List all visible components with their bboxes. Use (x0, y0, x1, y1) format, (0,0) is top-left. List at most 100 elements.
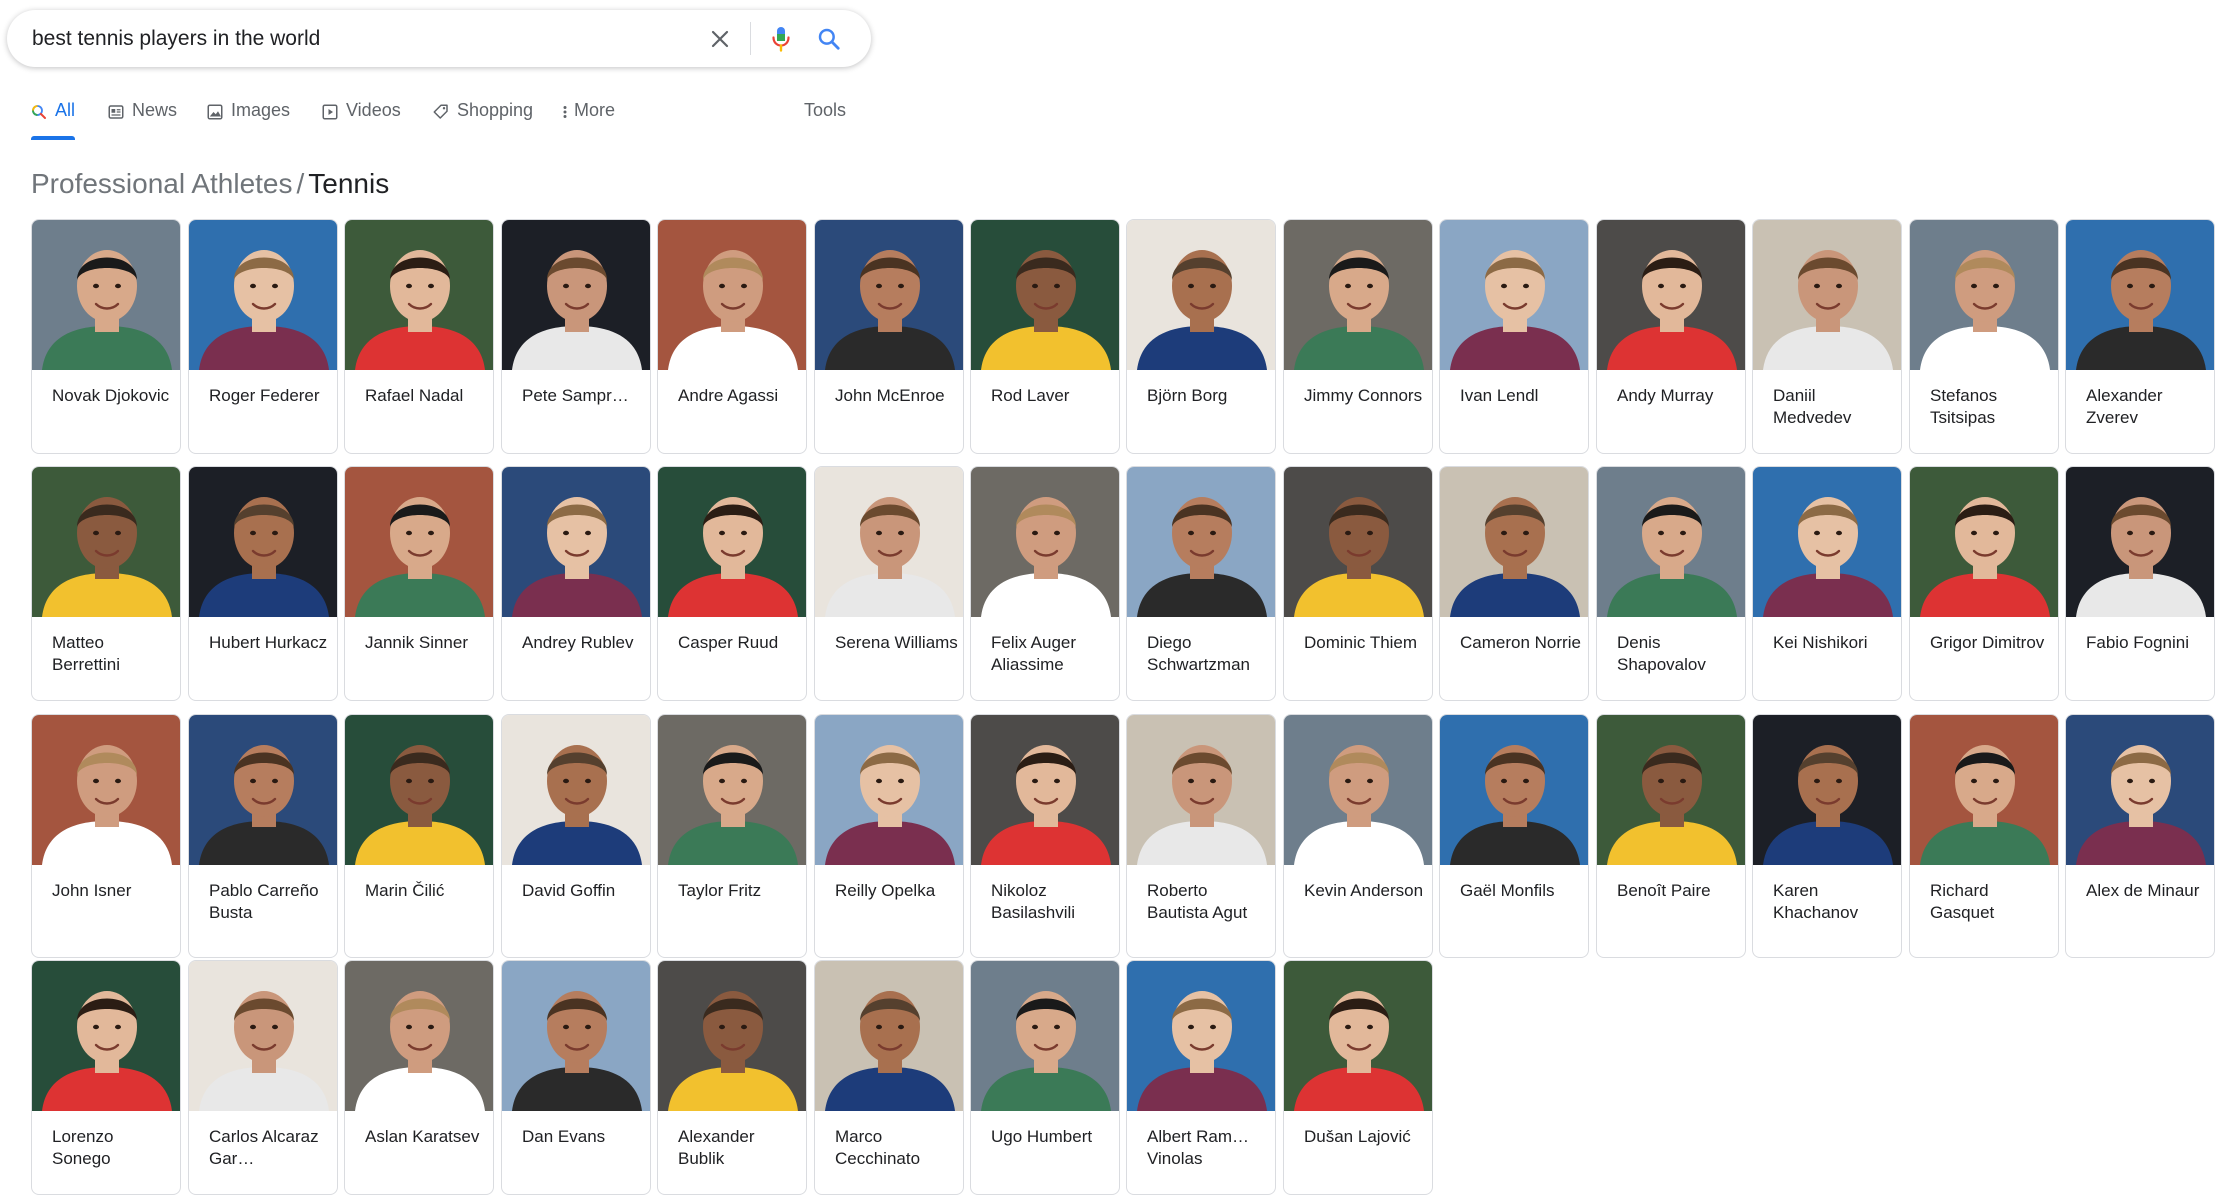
player-name: Pablo Carreño Busta (209, 881, 319, 922)
player-card[interactable]: Fabio Fognini (2065, 466, 2215, 701)
player-card[interactable]: Casper Ruud (657, 466, 807, 701)
player-card[interactable]: Andre Agassi (657, 219, 807, 454)
tab-more[interactable]: More (560, 100, 615, 144)
player-photo (815, 467, 963, 617)
player-photo (971, 220, 1119, 370)
player-card[interactable]: Alex de Minaur (2065, 714, 2215, 958)
player-name: Dominic Thiem (1304, 633, 1418, 652)
player-name: Andy Murray (1617, 386, 1714, 405)
voice-search-button[interactable] (757, 15, 805, 63)
player-photo (189, 715, 337, 865)
tab-shopping[interactable]: Shopping (432, 100, 533, 144)
player-name: Lorenzo Sonego (52, 1127, 114, 1168)
tag-icon (432, 103, 450, 121)
player-card[interactable]: Novak Djokovic (31, 219, 181, 454)
search-input[interactable] (7, 10, 696, 67)
player-name: Roberto Bautista Agut (1147, 881, 1248, 922)
search-button[interactable] (805, 15, 853, 63)
player-photo (345, 961, 493, 1111)
player-card[interactable]: John McEnroe (814, 219, 964, 454)
player-card[interactable]: Diego Schwartzman (1126, 466, 1276, 701)
player-name: Matteo Berrettini (52, 633, 121, 674)
player-card[interactable]: Reilly Opelka (814, 714, 964, 958)
player-card[interactable]: Ivan Lendl (1439, 219, 1589, 454)
player-card[interactable]: Alexander Bublik (657, 960, 807, 1195)
player-photo (1597, 467, 1745, 617)
search-box-divider (750, 22, 751, 55)
player-card[interactable]: Roberto Bautista Agut (1126, 714, 1276, 958)
active-tab-indicator (31, 136, 75, 140)
player-name: David Goffin (522, 881, 616, 900)
player-card[interactable]: Alexander Zverev (2065, 219, 2215, 454)
clear-button[interactable] (696, 15, 744, 63)
player-card[interactable]: Carlos Alcaraz Gar… (188, 960, 338, 1195)
more-vert-icon (560, 103, 570, 121)
player-card[interactable]: Hubert Hurkacz (188, 466, 338, 701)
player-name: Rafael Nadal (365, 386, 464, 405)
player-card[interactable]: Dušan Lajović (1283, 960, 1433, 1195)
player-card[interactable]: Richard Gasquet (1909, 714, 2059, 958)
player-card[interactable]: John Isner (31, 714, 181, 958)
player-card[interactable]: Rafael Nadal (344, 219, 494, 454)
breadcrumb-parent[interactable]: Professional Athletes (31, 168, 293, 199)
player-card[interactable]: Pete Sampr… (501, 219, 651, 454)
player-card[interactable]: Marin Čilić (344, 714, 494, 958)
player-photo (1597, 715, 1745, 865)
player-card[interactable]: Andy Murray (1596, 219, 1746, 454)
player-card[interactable]: Taylor Fritz (657, 714, 807, 958)
player-card[interactable]: Stefanos Tsitsipas (1909, 219, 2059, 454)
player-name: Roger Federer (209, 386, 320, 405)
player-card[interactable]: Pablo Carreño Busta (188, 714, 338, 958)
player-card[interactable]: David Goffin (501, 714, 651, 958)
player-card[interactable]: Aslan Karatsev (344, 960, 494, 1195)
player-card[interactable]: Grigor Dimitrov (1909, 466, 2059, 701)
player-photo (502, 715, 650, 865)
player-name: Taylor Fritz (678, 881, 762, 900)
player-card[interactable]: Jimmy Connors (1283, 219, 1433, 454)
player-photo (345, 467, 493, 617)
tab-images[interactable]: Images (206, 100, 290, 144)
player-photo (502, 220, 650, 370)
player-photo (502, 467, 650, 617)
player-name: Rod Laver (991, 386, 1070, 405)
player-card[interactable]: Andrey Rublev (501, 466, 651, 701)
player-name: Alex de Minaur (2086, 881, 2200, 900)
player-card[interactable]: Serena Williams (814, 466, 964, 701)
player-photo (345, 715, 493, 865)
player-card[interactable]: Daniil Medvedev (1752, 219, 1902, 454)
player-card[interactable]: Felix Auger Aliassime (970, 466, 1120, 701)
player-name: Ugo Humbert (991, 1127, 1093, 1146)
breadcrumb-separator: / (296, 168, 305, 199)
player-photo (32, 715, 180, 865)
player-card[interactable]: Denis Shapovalov (1596, 466, 1746, 701)
player-card[interactable]: Dominic Thiem (1283, 466, 1433, 701)
player-name: Benoît Paire (1617, 881, 1711, 900)
breadcrumb: Professional Athletes / Tennis (31, 168, 389, 200)
player-card[interactable]: Cameron Norrie (1439, 466, 1589, 701)
player-card[interactable]: Gaël Monfils (1439, 714, 1589, 958)
player-card[interactable]: Dan Evans (501, 960, 651, 1195)
player-card[interactable]: Karen Khachanov (1752, 714, 1902, 958)
player-card[interactable]: Björn Borg (1126, 219, 1276, 454)
image-icon (206, 103, 224, 121)
player-name: Richard Gasquet (1930, 881, 1995, 922)
tab-news[interactable]: News (107, 100, 177, 144)
player-card[interactable]: Nikoloz Basilashvili (970, 714, 1120, 958)
player-card[interactable]: Marco Cecchinato (814, 960, 964, 1195)
player-card[interactable]: Lorenzo Sonego (31, 960, 181, 1195)
player-card[interactable]: Benoît Paire (1596, 714, 1746, 958)
tab-videos[interactable]: Videos (321, 100, 401, 144)
player-card[interactable]: Kevin Anderson (1283, 714, 1433, 958)
player-card[interactable]: Roger Federer (188, 219, 338, 454)
player-card[interactable]: Kei Nishikori (1752, 466, 1902, 701)
player-card[interactable]: Matteo Berrettini (31, 466, 181, 701)
tab-tools[interactable]: Tools (804, 100, 846, 144)
breadcrumb-current: Tennis (308, 168, 390, 199)
player-card[interactable]: Rod Laver (970, 219, 1120, 454)
player-card[interactable]: Ugo Humbert (970, 960, 1120, 1195)
player-photo (189, 467, 337, 617)
player-card[interactable]: Jannik Sinner (344, 466, 494, 701)
player-photo (1284, 715, 1432, 865)
player-photo (1127, 715, 1275, 865)
player-card[interactable]: Albert Ram… Vinolas (1126, 960, 1276, 1195)
